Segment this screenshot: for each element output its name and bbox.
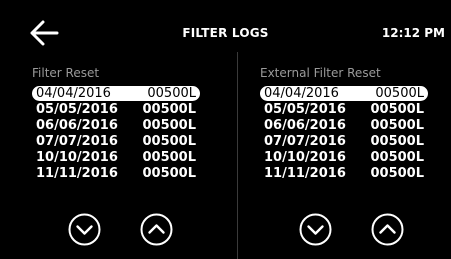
log-row-selected[interactable]: 04/04/2016 00500L: [32, 86, 200, 101]
log-date: 05/05/2016: [36, 102, 118, 117]
log-volume: 00500L: [370, 118, 424, 133]
filter-reset-panel: Filter Reset 04/04/2016 00500L 05/05/2016 0…: [32, 64, 232, 182]
log-date: 06/06/2016: [36, 118, 118, 133]
log-volume: 00500L: [142, 118, 196, 133]
log-row-selected[interactable]: 04/04/2016 00500L: [260, 86, 428, 101]
log-date: 04/04/2016: [264, 86, 339, 101]
log-date: 10/10/2016: [264, 150, 346, 165]
external-filter-reset-scroll-down-button[interactable]: [299, 213, 332, 246]
log-date: 04/04/2016: [36, 86, 111, 101]
chevron-down-circle-icon: [299, 213, 332, 246]
log-row[interactable]: 10/10/2016 00500L: [32, 150, 200, 165]
log-volume: 00500L: [147, 86, 196, 101]
log-volume: 00500L: [370, 102, 424, 117]
chevron-up-circle-icon: [371, 213, 404, 246]
filter-reset-scroll-up-button[interactable]: [140, 213, 173, 246]
log-row[interactable]: 05/05/2016 00500L: [260, 102, 428, 117]
external-filter-reset-panel: External Filter Reset 04/04/2016 00500L 05…: [260, 64, 451, 182]
external-filter-reset-title: External Filter Reset: [260, 66, 381, 80]
log-row[interactable]: 07/07/2016 00500L: [260, 134, 428, 149]
chevron-up-circle-icon: [140, 213, 173, 246]
log-volume: 00500L: [370, 150, 424, 165]
log-volume: 00500L: [375, 86, 424, 101]
log-date: 06/06/2016: [264, 118, 346, 133]
log-volume: 00500L: [370, 134, 424, 149]
log-row[interactable]: 06/06/2016 00500L: [260, 118, 428, 133]
log-date: 05/05/2016: [264, 102, 346, 117]
log-date: 11/11/2016: [36, 166, 118, 181]
filter-reset-log-list: 04/04/2016 00500L 05/05/2016 00500L 06/06/20…: [32, 86, 232, 181]
log-row[interactable]: 07/07/2016 00500L: [32, 134, 200, 149]
log-date: 11/11/2016: [264, 166, 346, 181]
log-row[interactable]: 11/11/2016 00500L: [32, 166, 200, 181]
log-row[interactable]: 11/11/2016 00500L: [260, 166, 428, 181]
panel-divider: [237, 52, 238, 259]
log-volume: 00500L: [142, 166, 196, 181]
header: FILTER LOGS 12:12 PM: [0, 0, 451, 52]
filter-logs-screen: FILTER LOGS 12:12 PM Filter Reset 04/04/…: [0, 0, 451, 259]
external-filter-reset-scroll-up-button[interactable]: [371, 213, 404, 246]
log-volume: 00500L: [142, 150, 196, 165]
log-row[interactable]: 06/06/2016 00500L: [32, 118, 200, 133]
clock: 12:12 PM: [381, 26, 445, 40]
log-volume: 00500L: [142, 102, 196, 117]
log-date: 07/07/2016: [264, 134, 346, 149]
external-filter-reset-log-list: 04/04/2016 00500L 05/05/2016 00500L 06/06/20…: [260, 86, 451, 181]
filter-reset-title: Filter Reset: [32, 66, 100, 80]
log-volume: 00500L: [370, 166, 424, 181]
log-row[interactable]: 05/05/2016 00500L: [32, 102, 200, 117]
chevron-down-circle-icon: [68, 213, 101, 246]
log-date: 10/10/2016: [36, 150, 118, 165]
log-row[interactable]: 10/10/2016 00500L: [260, 150, 428, 165]
log-volume: 00500L: [142, 134, 196, 149]
filter-reset-scroll-down-button[interactable]: [68, 213, 101, 246]
log-date: 07/07/2016: [36, 134, 118, 149]
